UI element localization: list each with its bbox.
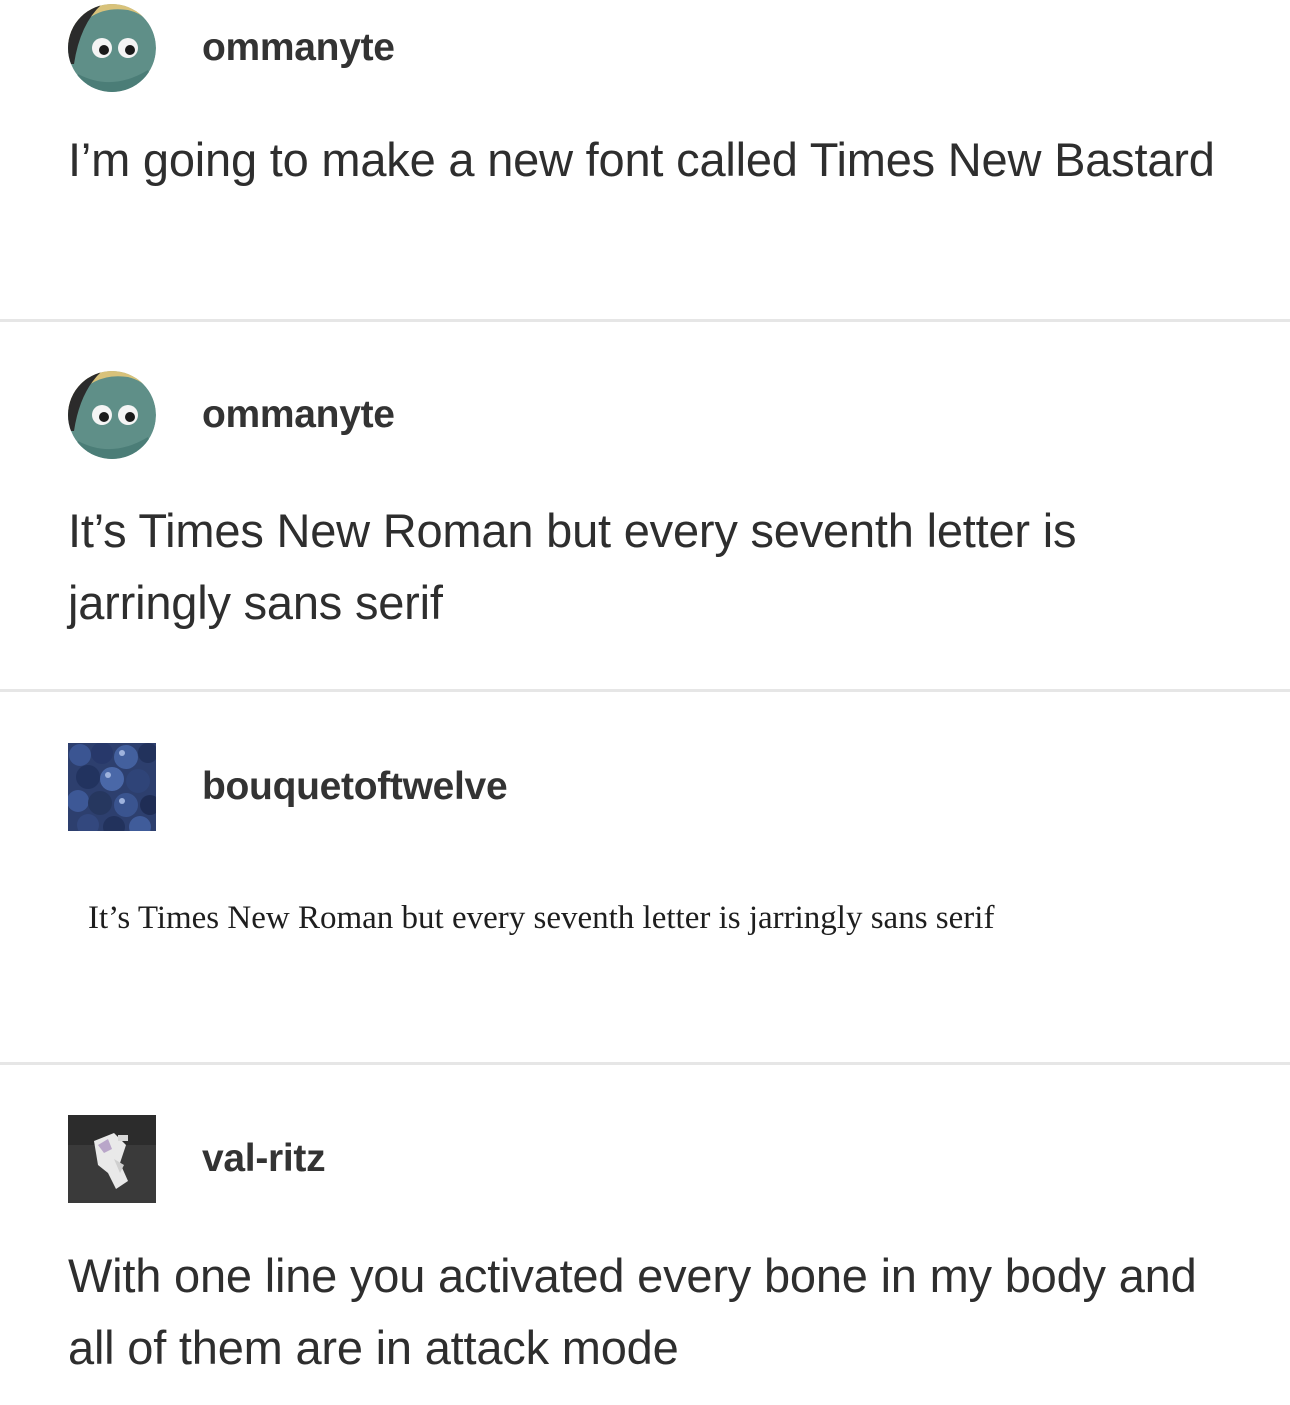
post-text: It’s Times New Roman but every seventh l… [68, 504, 1077, 629]
blueberries-avatar-icon[interactable] [68, 743, 156, 831]
post-header: val-ritz [68, 1115, 326, 1203]
username[interactable]: ommanyte [202, 26, 395, 70]
cartoon-creature-avatar-icon[interactable] [68, 371, 156, 459]
post-header: bouquetoftwelve [68, 743, 508, 831]
username[interactable]: val-ritz [202, 1137, 326, 1181]
divider [0, 1062, 1290, 1065]
post-header: ommanyte [68, 371, 395, 459]
username[interactable]: ommanyte [202, 393, 395, 437]
post-text: With one line you activated every bone i… [68, 1249, 1197, 1374]
post-text: I’m going to make a new font called Time… [68, 133, 1215, 186]
figure-avatar-icon[interactable] [68, 1115, 156, 1203]
cartoon-creature-avatar-icon[interactable] [68, 4, 156, 92]
username[interactable]: bouquetoftwelve [202, 765, 508, 809]
image-text: It’s Times New Roman but every seventh l… [88, 900, 995, 936]
post-header: ommanyte [68, 4, 395, 92]
divider [0, 689, 1290, 692]
divider [0, 319, 1290, 322]
